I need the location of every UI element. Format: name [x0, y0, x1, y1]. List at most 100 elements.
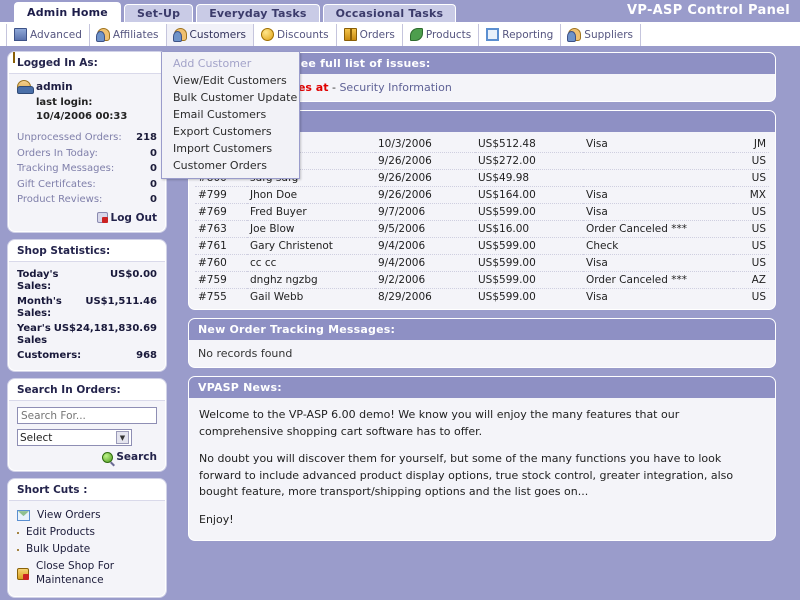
module-toolbar: Advanced AffiliatesCustomers Discounts Orde… [0, 22, 800, 46]
order-cell-country: US [733, 238, 769, 255]
dropdown-item-bulk-customer-update[interactable]: Bulk Customer Update [162, 89, 299, 106]
toolbar-item-affiliates[interactable]: Affiliates [89, 24, 166, 46]
shop-statistic-label: Month's Sales: [17, 296, 72, 321]
avatar-icon [17, 80, 31, 94]
search-button[interactable]: Search [17, 451, 157, 463]
table-row[interactable]: #769Fred Buyer9/7/2006US$599.00VisaUS [195, 204, 769, 221]
order-cell-country: US [733, 221, 769, 238]
shortcut-bulk-update[interactable]: Bulk Update [17, 541, 157, 558]
account-stat-label: Product Reviews: [17, 192, 102, 208]
table-row[interactable]: #760cc cc9/4/2006US$599.00VisaUS [195, 255, 769, 272]
logged-in-title: Logged In As: [9, 53, 165, 74]
order-cell-total: US$164.00 [475, 187, 583, 204]
shop-statistic-label: Customers: [17, 350, 72, 363]
search-field-select[interactable]: Select ▼ [17, 429, 132, 446]
shortcut-close-shop-for-maintenance[interactable]: Close Shop For Maintenance [17, 558, 157, 588]
last-login-value: 10/4/2006 00:33 [36, 110, 157, 124]
top-tab-label: Everyday Tasks [209, 7, 306, 20]
vpasp-news-title: VPASP News: [189, 377, 775, 398]
order-cell-id: #759 [195, 272, 247, 289]
order-cell-total: US$272.00 [475, 153, 583, 170]
order-cell-total: US$16.00 [475, 221, 583, 238]
order-cell-payment: Visa [583, 187, 733, 204]
account-stat-value: 218 [136, 130, 157, 146]
order-cell-id: #755 [195, 289, 247, 306]
dropdown-item-export-customers[interactable]: Export Customers [162, 123, 299, 140]
top-tab-everyday-tasks[interactable]: Everyday Tasks [196, 4, 319, 22]
account-stat-label: Orders In Today: [17, 146, 98, 162]
order-cell-name: Jhon Doe [247, 187, 375, 204]
order-cell-payment: Visa [583, 136, 733, 153]
order-cell-payment: Visa [583, 204, 733, 221]
order-cell-payment: Check [583, 238, 733, 255]
toolbar-item-label: Discounts [277, 29, 329, 41]
order-cell-total: US$599.00 [475, 238, 583, 255]
shop-statistic-row: Month's Sales:US$1,511.46 [17, 295, 157, 322]
toolbar-item-reporting[interactable]: Reporting [478, 24, 560, 46]
table-row[interactable]: #761Gary Christenot9/4/2006US$599.00Chec… [195, 238, 769, 255]
table-row[interactable]: #799Jhon Doe9/26/2006US$164.00VisaMX [195, 187, 769, 204]
order-cell-id: #769 [195, 204, 247, 221]
news-paragraph: Enjoy! [199, 512, 765, 529]
table-row[interactable]: #755Gail Webb8/29/2006US$599.00VisaUS [195, 289, 769, 306]
toolbar-item-products[interactable]: Products [402, 24, 478, 46]
last-login-block: last login: 10/4/2006 00:33 [36, 96, 157, 123]
order-cell-country: AZ [733, 272, 769, 289]
toolbar-item-advanced[interactable]: Advanced [6, 24, 89, 46]
order-cell-date: 8/29/2006 [375, 289, 475, 306]
dropdown-item-email-customers[interactable]: Email Customers [162, 106, 299, 123]
report-icon [486, 28, 499, 41]
top-tab-label: Occasional Tasks [336, 7, 444, 20]
laptop-icon [14, 28, 27, 41]
order-cell-date: 9/7/2006 [375, 204, 475, 221]
top-tab-set-up[interactable]: Set-Up [124, 4, 193, 22]
top-tab-admin-home[interactable]: Admin Home [14, 2, 121, 22]
top-tab-occasional-tasks[interactable]: Occasional Tasks [323, 4, 457, 22]
account-stat-list: Unprocessed Orders:218Orders In Today:0T… [17, 130, 157, 208]
top-tab-bar: Admin Home Set-Up Everyday Tasks Occasional… [0, 0, 800, 22]
shop-statistic-value: US$24,181,830.69 [54, 323, 157, 336]
dropdown-item-customer-orders[interactable]: Customer Orders [162, 157, 299, 174]
search-input[interactable] [17, 407, 157, 424]
dropdown-item-view-edit-customers[interactable]: View/Edit Customers [162, 72, 299, 89]
order-cell-id: #799 [195, 187, 247, 204]
shortcut-view-orders[interactable]: View Orders [17, 507, 157, 524]
order-cell-id: #761 [195, 238, 247, 255]
order-cell-total: US$599.00 [475, 255, 583, 272]
short-cuts-body: View OrdersEdit ProductsBulk UpdateClose… [9, 501, 165, 596]
dropdown-item-import-customers[interactable]: Import Customers [162, 140, 299, 157]
shop-statistic-row: Customers:968 [17, 349, 157, 364]
current-username: admin [36, 81, 73, 93]
last-login-label: last login: [36, 96, 157, 110]
table-row[interactable]: #763Joe Blow9/5/2006US$16.00Order Cancel… [195, 221, 769, 238]
toolbar-item-suppliers[interactable]: Suppliers [560, 24, 641, 46]
toolbar-item-label: Advanced [30, 29, 82, 41]
shortcut-edit-products[interactable]: Edit Products [17, 524, 157, 541]
search-orders-panel: Search In Orders: Select ▼ Search [8, 379, 166, 471]
people-icon [97, 28, 110, 41]
order-cell-name: cc cc [247, 255, 375, 272]
toolbar-item-orders[interactable]: Orders [336, 24, 402, 46]
box-icon [344, 28, 357, 41]
order-cell-payment: Order Canceled *** [583, 272, 733, 289]
top-tab-label: Admin Home [27, 6, 108, 19]
shop-statistic-row: Year's SalesUS$24,181,830.69 [17, 322, 157, 349]
order-cell-total: US$599.00 [475, 289, 583, 306]
account-stat-row: Orders In Today:0 [17, 146, 157, 162]
account-stat-value: 0 [150, 161, 157, 177]
toolbar-item-discounts[interactable]: Discounts [253, 24, 336, 46]
toolbar-item-customers[interactable]: Customers [166, 24, 253, 46]
short-cuts-title: Short Cuts : [9, 480, 165, 501]
shop-statistic-value: US$0.00 [72, 269, 157, 282]
order-cell-date: 9/26/2006 [375, 170, 475, 187]
account-stat-row: Tracking Messages:0 [17, 161, 157, 177]
table-row[interactable]: #759dnghz ngzbg9/2/2006US$599.00Order Ca… [195, 272, 769, 289]
order-cell-id: #760 [195, 255, 247, 272]
app-brand-title: VP-ASP Control Panel [627, 3, 790, 18]
search-orders-body: Select ▼ Search [9, 401, 165, 470]
shop-statistics-body: Today's Sales:US$0.00Month's Sales:US$1,… [9, 262, 165, 371]
top-tab-list: Admin Home Set-Up Everyday Tasks Occasional… [14, 2, 459, 22]
logout-button[interactable]: Log Out [17, 212, 157, 224]
dropdown-item-add-customer[interactable]: Add Customer [162, 55, 299, 72]
security-information-link[interactable]: Security Information [339, 81, 451, 94]
